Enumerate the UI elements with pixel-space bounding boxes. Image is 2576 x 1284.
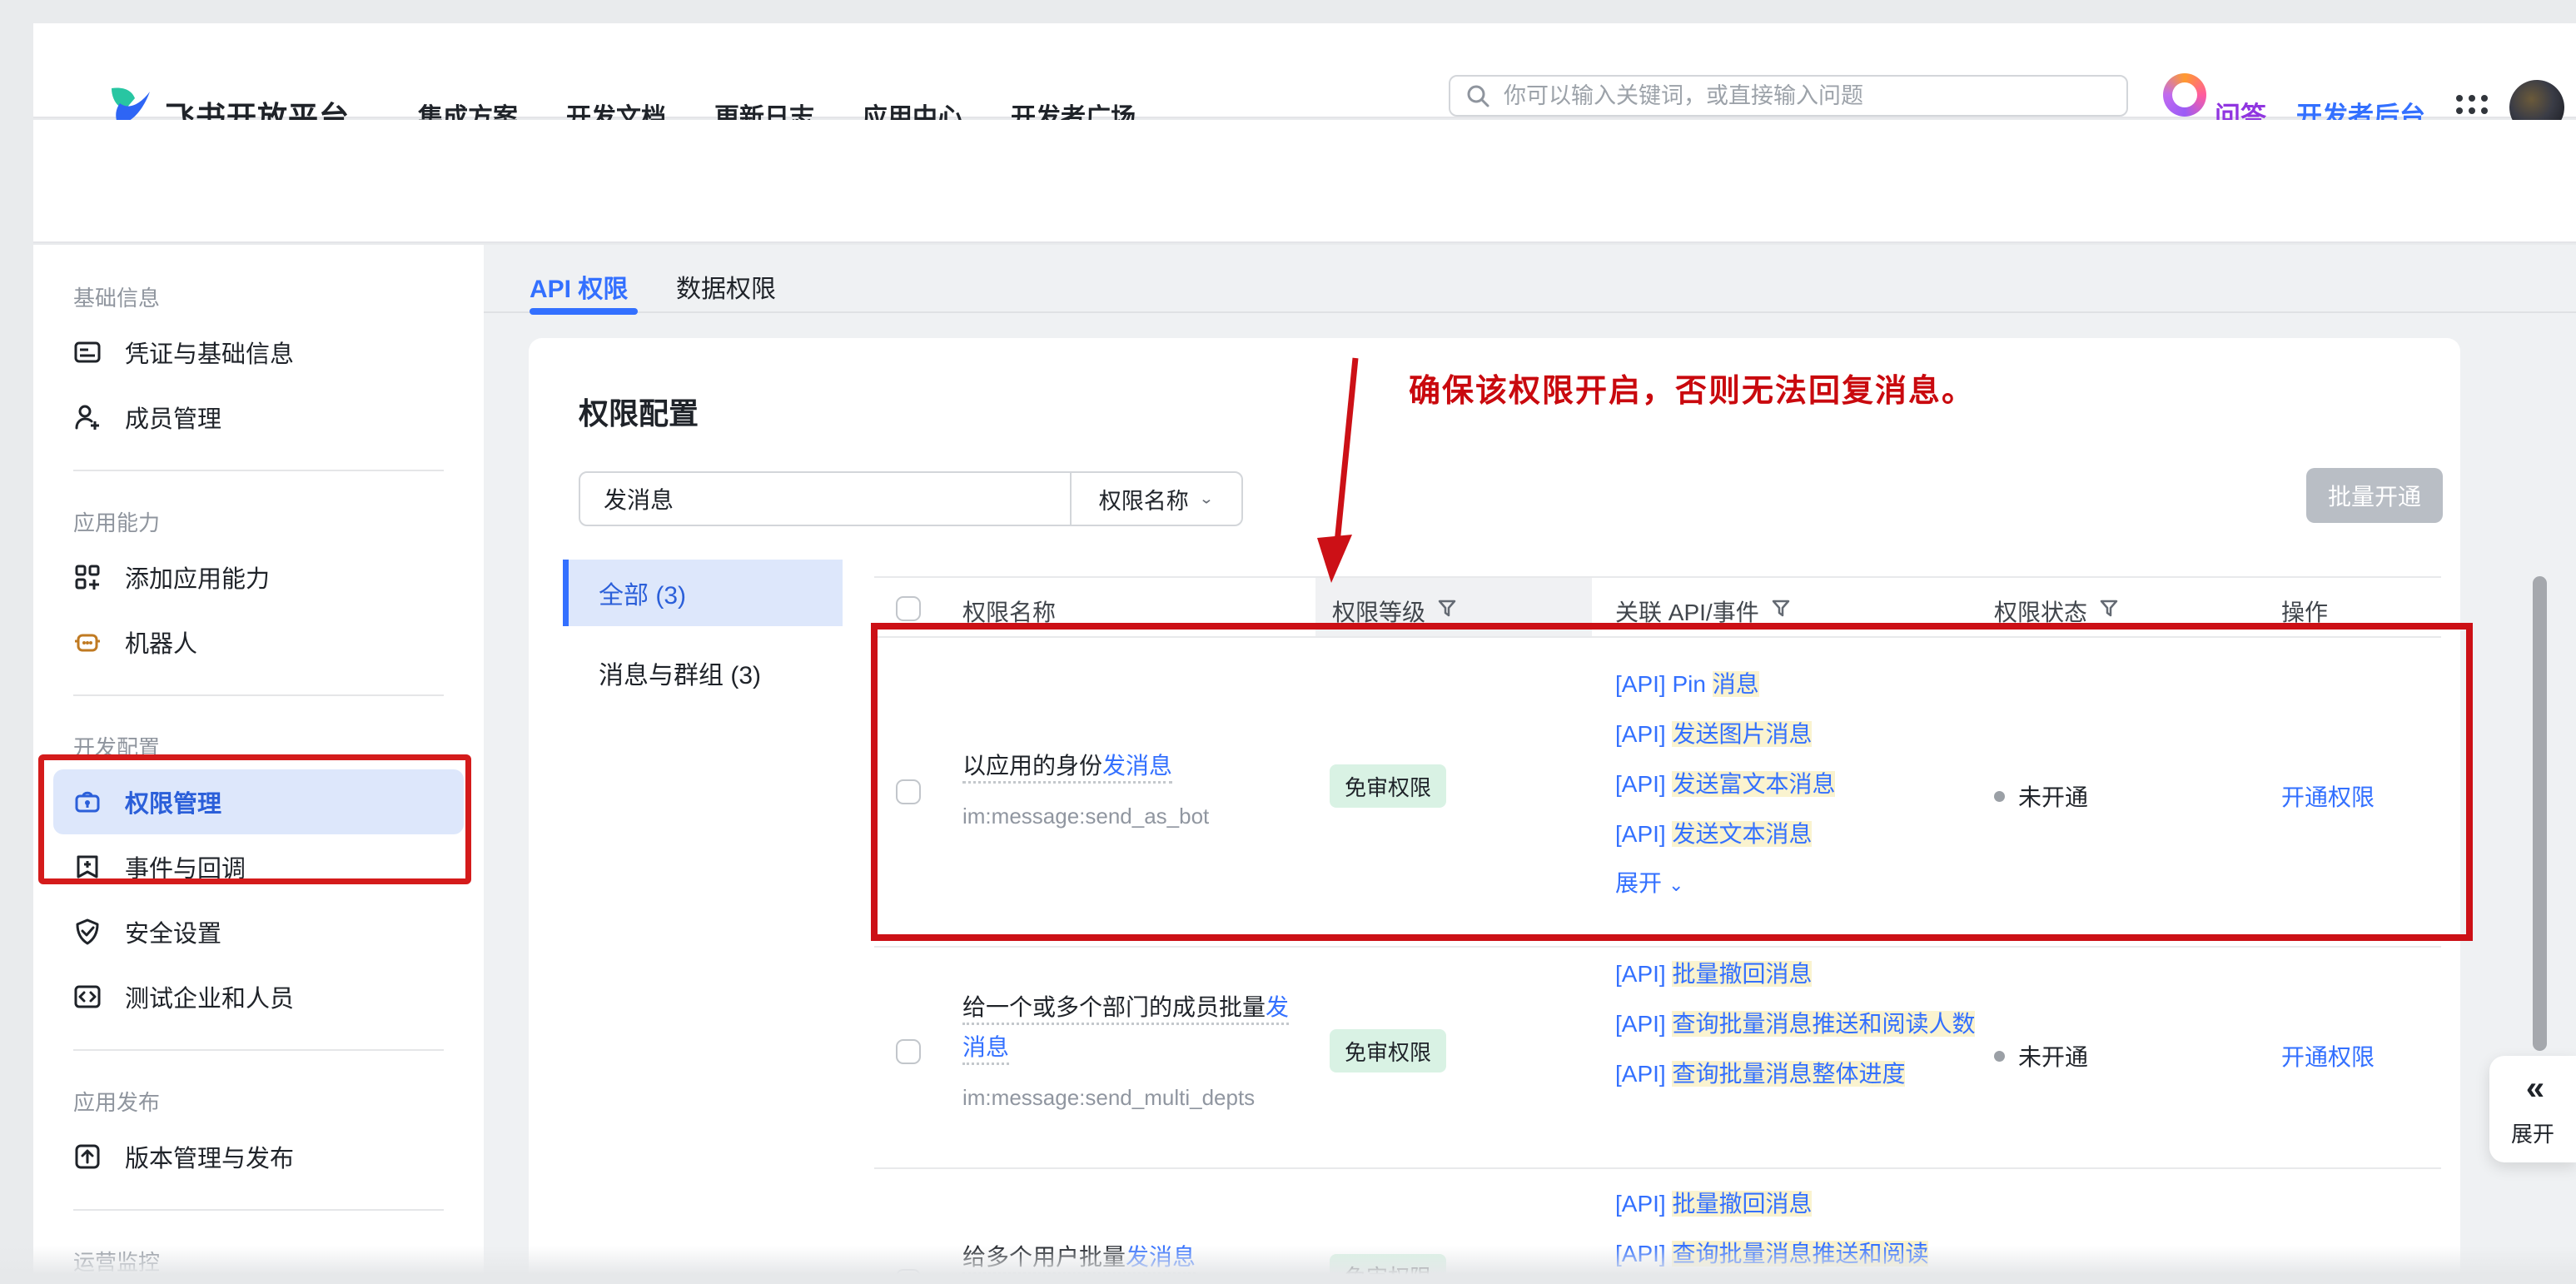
enable-permission-link[interactable]: 开通权限 [2281, 1039, 2375, 1072]
api-link[interactable]: [API] 查询批量消息整体进度 [1615, 1055, 1982, 1093]
sidebar-item-凭证与基础信息[interactable]: 凭证与基础信息 [53, 320, 464, 385]
category-label: 全部 (3) [599, 575, 686, 611]
row-checkbox[interactable] [896, 1039, 921, 1064]
chevron-down-icon: ⌄ [1199, 490, 1214, 508]
sidebar-item-添加应用能力[interactable]: 添加应用能力 [53, 545, 464, 610]
expand-panel-button[interactable]: « 展开 [2489, 1056, 2576, 1162]
tab-data-permission[interactable]: 数据权限 [676, 268, 776, 305]
bulk-enable-button[interactable]: 批量开通 [2306, 468, 2443, 523]
bottom-fade [0, 1246, 2576, 1284]
code-icon [73, 983, 102, 1011]
permission-code: im:message:send_multi_depts [962, 1077, 1312, 1117]
publish-icon [73, 1142, 102, 1171]
grid-add-icon [73, 563, 102, 591]
sidebar-item-label: 机器人 [125, 625, 197, 659]
app-header: 测试 已启用 正式应用@环界云 ✓ 当前修改均已发布 [33, 120, 2576, 243]
double-chevron-left-icon: « [2526, 1070, 2539, 1107]
annotation-rect-table-row [871, 623, 2473, 941]
search-icon [1465, 83, 1490, 108]
sidebar-item-label: 成员管理 [125, 400, 221, 435]
filter-select-value: 权限名称 [1099, 483, 1189, 515]
sidebar-item-安全设置[interactable]: 安全设置 [53, 899, 464, 964]
tab-api-permission[interactable]: API 权限 [530, 268, 628, 305]
sidebar-item-label: 版本管理与发布 [125, 1139, 294, 1174]
status-dot-icon [1994, 1051, 2005, 1062]
sidebar-divider [73, 1049, 444, 1051]
tab-active-underline [530, 308, 638, 315]
permission-search-input[interactable] [580, 473, 1070, 525]
id-card-icon [73, 338, 102, 366]
expand-panel-label: 展开 [2511, 1117, 2554, 1148]
permission-search-bar: 权限名称 ⌄ [579, 471, 1243, 526]
permission-name[interactable]: 给一个或多个部门的成员批量发消息im:message:send_multi_de… [962, 988, 1312, 1117]
permission-filter-select[interactable]: 权限名称 ⌄ [1070, 473, 1241, 525]
feishu-open-platform-page: 飞书开放平台 集成方案开发文档更新日志应用中心开发者广场 问答 开发者后台 测试… [0, 0, 2576, 1284]
api-links: [API] 批量撤回消息 [API] 查询批量消息推送和阅读人数 [API] 查询批… [1615, 955, 1982, 1105]
api-link[interactable]: [API] 查询批量消息推送和阅读人数 [1615, 1005, 1982, 1043]
active-bar [563, 640, 569, 706]
sidebar-section-label: 基础信息 [33, 266, 484, 320]
permission-config-title: 权限配置 [579, 390, 699, 433]
api-link[interactable]: [API] 批量撤回消息 [1615, 955, 1982, 993]
sidebar-item-label: 测试企业和人员 [125, 979, 294, 1014]
sidebar-section-label: 应用发布 [33, 1071, 484, 1124]
sidebar-item-测试企业和人员[interactable]: 测试企业和人员 [53, 964, 464, 1029]
sidebar-divider [73, 694, 444, 696]
qa-ring-icon[interactable] [2163, 73, 2206, 117]
sidebar-item-label: 安全设置 [125, 914, 221, 949]
tab-divider [484, 311, 2576, 313]
sidebar-item-label: 添加应用能力 [125, 560, 270, 595]
annotation-rect-sidebar [38, 754, 471, 884]
top-nav: 飞书开放平台 集成方案开发文档更新日志应用中心开发者广场 问答 开发者后台 [33, 23, 2576, 118]
filter-funnel-icon[interactable] [1759, 598, 1791, 625]
nav-search[interactable] [1449, 75, 2128, 117]
filter-funnel-icon[interactable] [2087, 598, 2119, 625]
sidebar-item-机器人[interactable]: 机器人 [53, 610, 464, 674]
sidebar-section-label: 应用能力 [33, 491, 484, 545]
sidebar-item-label: 凭证与基础信息 [125, 335, 294, 370]
api-link[interactable]: [API] 批量撤回消息 [1615, 1185, 1982, 1223]
annotation-text: 确保该权限开启，否则无法回复消息。 [1409, 365, 1975, 411]
permission-status: 未开通 [1994, 1039, 2088, 1072]
sidebar-item-成员管理[interactable]: 成员管理 [53, 385, 464, 450]
category-消息与群组 (3)[interactable]: 消息与群组 (3) [563, 640, 843, 706]
scrollbar-thumb[interactable] [2533, 576, 2547, 1051]
select-all-checkbox[interactable] [896, 596, 921, 621]
search-input[interactable] [1502, 82, 2111, 110]
shield-check-icon [73, 918, 102, 946]
level-badge: 免审权限 [1330, 1029, 1446, 1072]
filter-funnel-icon[interactable] [1425, 598, 1457, 625]
active-bar [563, 560, 569, 626]
member-add-icon [73, 403, 102, 431]
row-divider-2 [874, 1167, 2441, 1169]
sidebar-divider [73, 470, 444, 471]
row-divider-1 [874, 946, 2441, 948]
sidebar-divider [73, 1209, 444, 1211]
robot-icon [73, 628, 102, 656]
sidebar-item-版本管理与发布[interactable]: 版本管理与发布 [53, 1124, 464, 1189]
table-top-border [874, 576, 2441, 578]
category-label: 消息与群组 (3) [599, 654, 761, 691]
category-全部 (3)[interactable]: 全部 (3) [563, 560, 843, 626]
